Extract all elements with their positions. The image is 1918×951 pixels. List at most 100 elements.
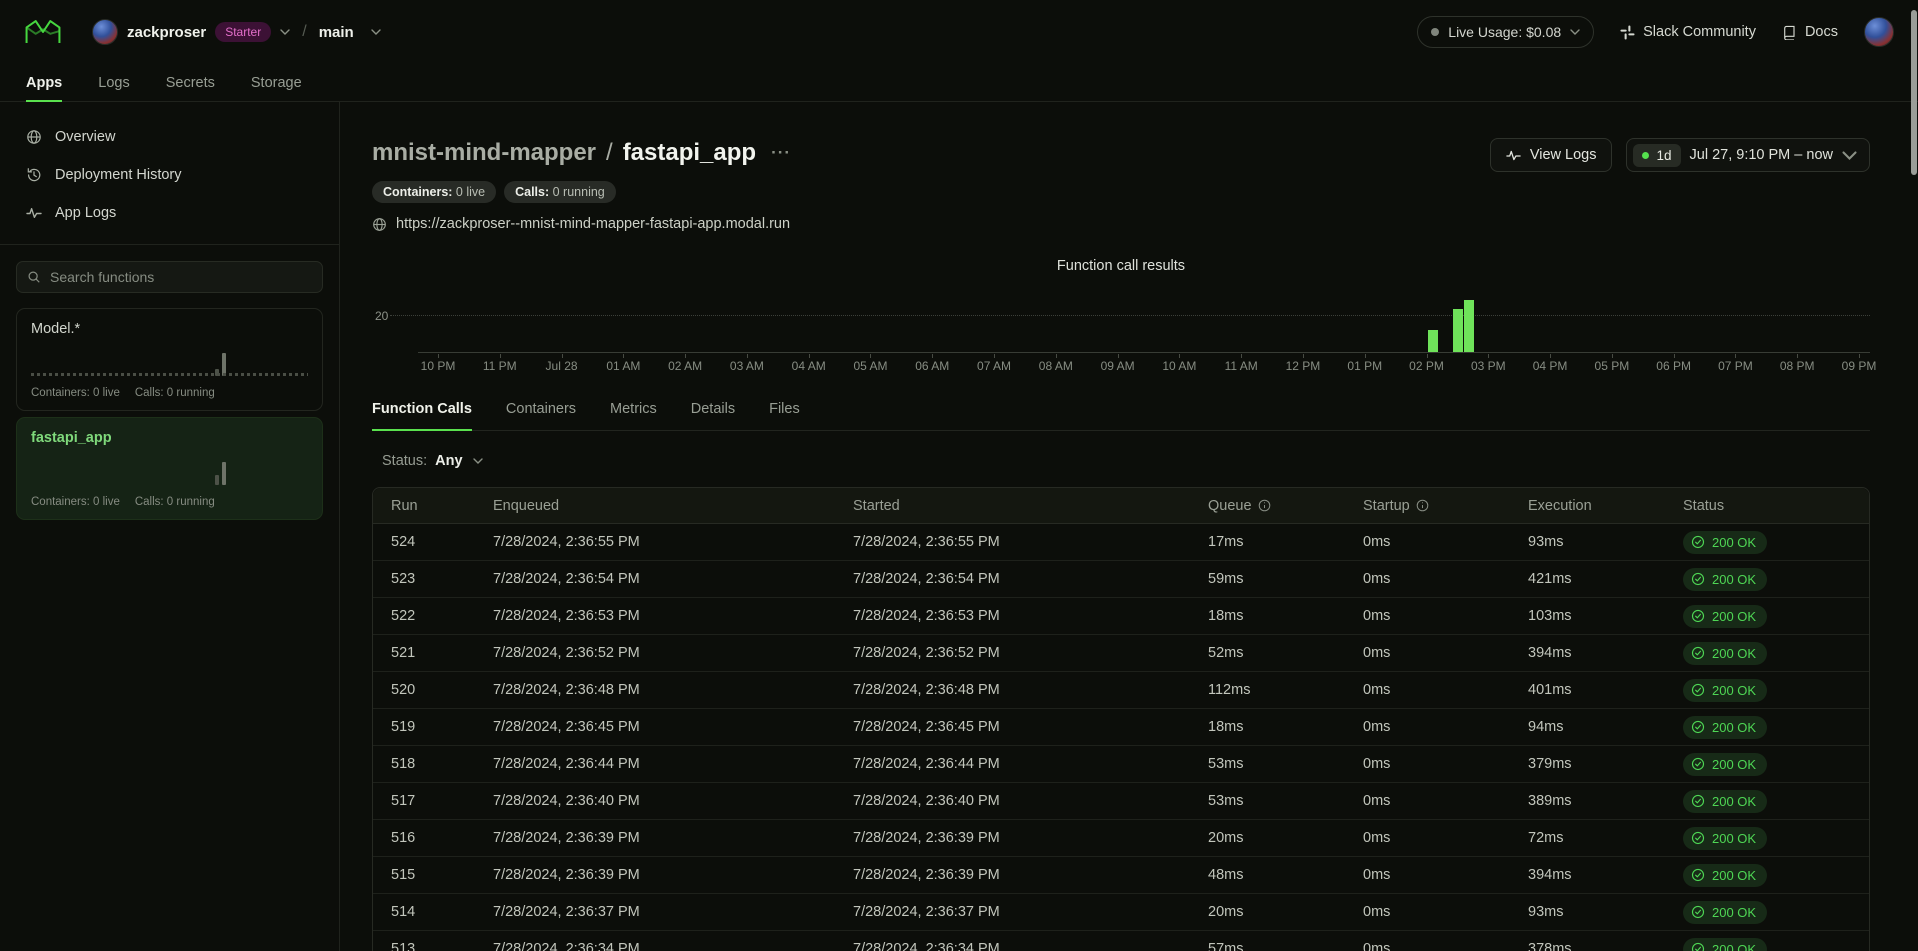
docs-link[interactable]: Docs [1782,24,1838,40]
chevron-down-icon[interactable] [371,29,381,35]
sidebar-item-label: App Logs [55,205,116,221]
environment-switcher[interactable]: main [319,24,381,41]
vertical-scrollbar[interactable] [1911,10,1917,175]
x-axis-tick-label: 05 PM [1595,359,1630,373]
cell-started: 7/28/2024, 2:36:52 PM [853,645,1208,661]
cell-enqueued: 7/28/2024, 2:36:37 PM [493,904,853,920]
column-header-run: Run [391,498,493,514]
nav-tab-apps[interactable]: Apps [26,64,62,101]
chart-bar[interactable] [1428,330,1438,352]
cell-status: 200 OK [1683,605,1869,628]
column-header-startup: Startup [1363,498,1528,514]
x-axis-tick-label: 09 AM [1101,359,1135,373]
x-axis-tick-label: 01 AM [606,359,640,373]
x-axis-tick-label: 10 PM [421,359,456,373]
nav-tab-secrets[interactable]: Secrets [166,64,215,101]
cell-enqueued: 7/28/2024, 2:36:40 PM [493,793,853,809]
chevron-down-icon[interactable] [280,29,290,35]
cell-enqueued: 7/28/2024, 2:36:34 PM [493,941,853,951]
table-row[interactable]: 5137/28/2024, 2:36:34 PM7/28/2024, 2:36:… [373,931,1869,951]
x-axis-tick-mark [1859,354,1860,358]
sidebar-item-app-logs[interactable]: App Logs [0,194,339,232]
cell-started: 7/28/2024, 2:36:40 PM [853,793,1208,809]
web-endpoint-url[interactable]: https://zackproser--mnist-mind-mapper-fa… [396,216,790,232]
table-row[interactable]: 5187/28/2024, 2:36:44 PM7/28/2024, 2:36:… [373,746,1869,783]
workspace-switcher[interactable]: zackproser Starter [92,19,290,45]
view-logs-button[interactable]: View Logs [1490,138,1613,172]
sparkline-bar [215,475,219,485]
cell-startup: 0ms [1363,608,1528,624]
tab-function-calls[interactable]: Function Calls [372,401,472,430]
nav-tab-logs[interactable]: Logs [98,64,129,101]
x-axis-tick-label: 09 PM [1842,359,1877,373]
cell-enqueued: 7/28/2024, 2:36:55 PM [493,534,853,550]
sidebar-item-overview[interactable]: Overview [0,118,339,156]
check-icon [1691,646,1705,660]
table-row[interactable]: 5177/28/2024, 2:36:40 PM7/28/2024, 2:36:… [373,783,1869,820]
cell-run: 522 [391,608,493,624]
column-header-execution: Execution [1528,498,1683,514]
table-row[interactable]: 5157/28/2024, 2:36:39 PM7/28/2024, 2:36:… [373,857,1869,894]
x-axis-tick-mark [994,354,995,358]
function-name: Model.* [31,321,308,337]
live-usage-button[interactable]: Live Usage: $0.08 [1417,16,1594,48]
x-axis-tick-label: 02 AM [668,359,702,373]
slack-community-link[interactable]: Slack Community [1620,24,1756,40]
tab-files[interactable]: Files [769,401,800,430]
search-input[interactable] [50,269,312,285]
cell-queue: 52ms [1208,645,1363,661]
check-icon [1691,831,1705,845]
nav-tab-storage[interactable]: Storage [251,64,302,101]
status-badge: 200 OK [1683,716,1767,739]
meta-badge-calls: Calls: 0 running [504,181,616,203]
status-badge: 200 OK [1683,827,1767,850]
cell-queue: 57ms [1208,941,1363,951]
cell-run: 519 [391,719,493,735]
tab-metrics[interactable]: Metrics [610,401,657,430]
chart-plot-area: 20 [372,295,1870,353]
table-row[interactable]: 5227/28/2024, 2:36:53 PM7/28/2024, 2:36:… [373,598,1869,635]
cell-startup: 0ms [1363,941,1528,951]
user-avatar[interactable] [1864,17,1894,47]
search-functions-box[interactable] [16,261,323,293]
tab-details[interactable]: Details [691,401,735,430]
table-row[interactable]: 5237/28/2024, 2:36:54 PM7/28/2024, 2:36:… [373,561,1869,598]
column-header-label: Run [391,498,418,514]
cell-status: 200 OK [1683,864,1869,887]
x-axis-tick-mark [1488,354,1489,358]
chart-gridline [390,315,1870,316]
docs-label: Docs [1805,24,1838,40]
status-filter[interactable]: Status: Any [382,453,1870,469]
function-card-fastapi-app[interactable]: fastapi_appContainers: 0 liveCalls: 0 ru… [16,417,323,520]
chart-bar[interactable] [1464,300,1474,352]
sidebar-item-label: Overview [55,129,115,145]
cell-startup: 0ms [1363,904,1528,920]
tab-containers[interactable]: Containers [506,401,576,430]
info-icon [1258,499,1271,512]
x-axis-tick-label: 05 AM [853,359,887,373]
status-badge-label: 200 OK [1712,572,1756,587]
function-sparkline [31,459,308,485]
cell-execution: 103ms [1528,608,1683,624]
table-row[interactable]: 5197/28/2024, 2:36:45 PM7/28/2024, 2:36:… [373,709,1869,746]
x-axis-tick-label: 07 PM [1718,359,1753,373]
status-badge-label: 200 OK [1712,868,1756,883]
x-axis-tick-mark [1303,354,1304,358]
more-options-button[interactable]: ··· [771,148,791,158]
function-card-model[interactable]: Model.*Containers: 0 liveCalls: 0 runnin… [16,308,323,411]
modal-logo[interactable] [22,18,64,46]
cell-started: 7/28/2024, 2:36:39 PM [853,867,1208,883]
table-row[interactable]: 5207/28/2024, 2:36:48 PM7/28/2024, 2:36:… [373,672,1869,709]
chart-bar[interactable] [1453,309,1463,352]
table-row[interactable]: 5167/28/2024, 2:36:39 PM7/28/2024, 2:36:… [373,820,1869,857]
table-row[interactable]: 5147/28/2024, 2:36:37 PM7/28/2024, 2:36:… [373,894,1869,931]
table-row[interactable]: 5247/28/2024, 2:36:55 PM7/28/2024, 2:36:… [373,524,1869,561]
sidebar-item-deployment-history[interactable]: Deployment History [0,156,339,194]
function-call-chart: Function call results 20 10 PM11 PMJul 2… [372,258,1870,377]
workspace-avatar [92,19,118,45]
sparkline-bar [215,369,219,376]
table-row[interactable]: 5217/28/2024, 2:36:52 PM7/28/2024, 2:36:… [373,635,1869,672]
containers-count: Containers: 0 live [31,496,120,508]
time-range-selector[interactable]: 1d Jul 27, 9:10 PM – now [1626,138,1870,172]
cell-run: 516 [391,830,493,846]
